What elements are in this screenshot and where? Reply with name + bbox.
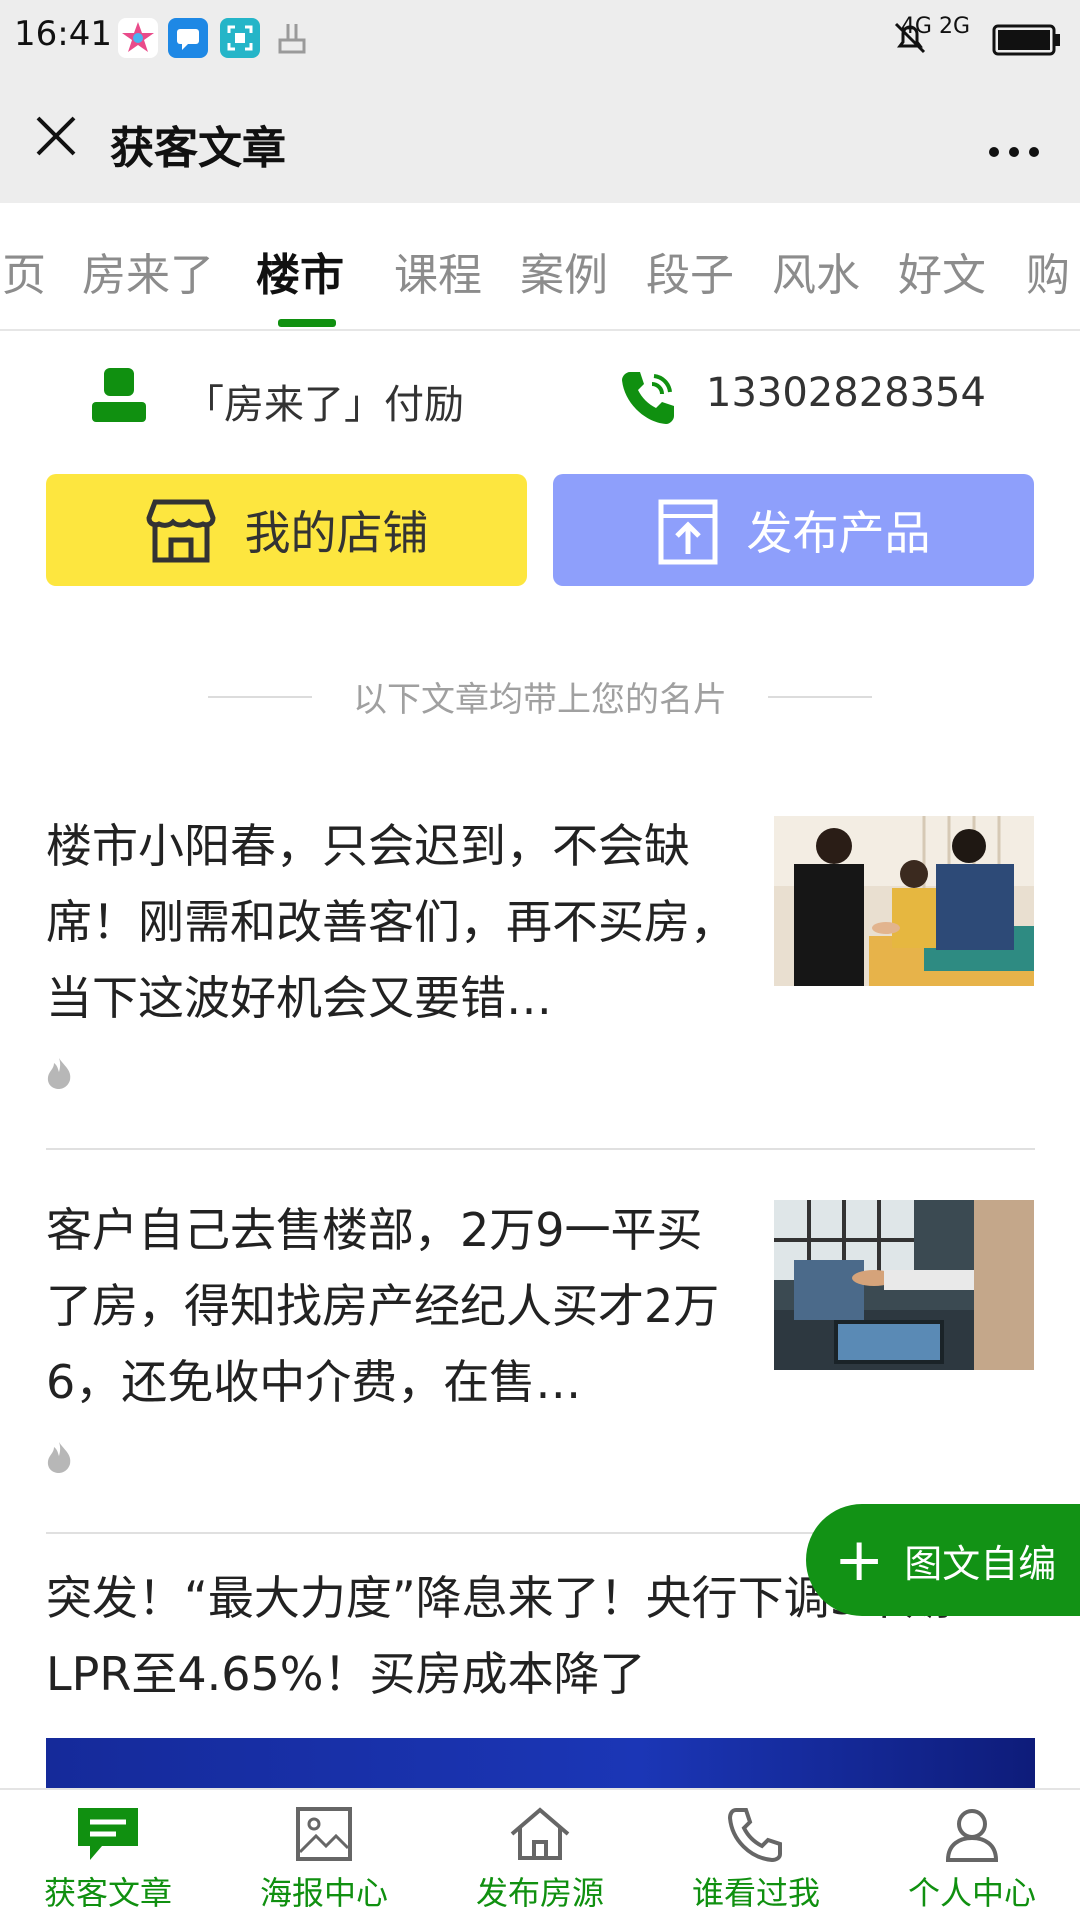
nav-label: 发布房源 xyxy=(475,1874,604,1912)
compose-label: 图文自编 xyxy=(904,1541,1057,1586)
article-thumbnail[interactable] xyxy=(774,1200,1034,1370)
article-title[interactable]: 客户自己去售楼部，2万9一平买了房，得知找房产经纪人买才2万6，还免收中介费，在… xyxy=(46,1192,746,1420)
nav-item-posters[interactable]: 海报中心 xyxy=(216,1806,432,1914)
tab-haowen[interactable]: 好文 xyxy=(898,239,986,303)
store-icon xyxy=(145,499,216,563)
my-shop-button[interactable]: 我的店铺 xyxy=(46,474,527,586)
business-card-note: 以下文章均带上您的名片 xyxy=(353,680,727,720)
nav-item-visitors[interactable]: 谁看过我 xyxy=(648,1806,864,1914)
article-separator xyxy=(46,1148,1035,1150)
publish-product-button[interactable]: 发布产品 xyxy=(553,474,1034,586)
article-title[interactable]: 楼市小阳春，只会迟到，不会缺席！刚需和改善客们，再不买房，当下这波好机会又要错… xyxy=(46,808,746,1036)
tab-fengshui[interactable]: 风水 xyxy=(772,239,860,303)
battery-icon xyxy=(992,24,1062,60)
nav-label: 谁看过我 xyxy=(691,1874,820,1912)
tab-home[interactable]: 页 xyxy=(2,239,46,303)
nav-item-profile[interactable]: 个人中心 xyxy=(864,1806,1080,1914)
hand-icon xyxy=(272,18,312,58)
contact-name: 「房来了」付励 xyxy=(184,382,464,428)
nav-label: 海报中心 xyxy=(259,1874,388,1912)
nav-item-articles[interactable]: 获客文章 xyxy=(0,1806,216,1914)
person-icon xyxy=(90,366,148,424)
colorful-app-icon xyxy=(118,18,158,58)
user-icon xyxy=(945,1809,999,1862)
tab-kecheng[interactable]: 课程 xyxy=(394,239,482,303)
compose-article-button[interactable]: + 图文自编 xyxy=(806,1504,1080,1616)
upload-box-icon xyxy=(658,499,717,565)
article-thumbnail[interactable] xyxy=(774,816,1034,986)
tab-fanglaile[interactable]: 房来了 xyxy=(82,239,214,303)
category-tabs: 页 房来了 楼市 课程 案例 段子 风水 好文 购 xyxy=(0,203,1080,331)
active-tab-indicator xyxy=(278,319,336,327)
nav-label: 个人中心 xyxy=(907,1874,1036,1912)
more-menu-icon[interactable] xyxy=(988,120,1040,171)
nav-label: 获客文章 xyxy=(43,1874,172,1912)
tab-anli[interactable]: 案例 xyxy=(520,239,608,303)
image-icon xyxy=(296,1807,352,1861)
fire-icon xyxy=(42,1056,76,1090)
fire-icon xyxy=(42,1440,76,1474)
my-shop-label: 我的店铺 xyxy=(244,506,429,560)
home-icon xyxy=(510,1807,570,1860)
phone-icon[interactable] xyxy=(618,366,680,428)
contact-phone[interactable]: 13302828354 xyxy=(706,370,986,416)
plus-icon: + xyxy=(834,1525,885,1595)
scan-icon xyxy=(220,18,260,58)
status-time: 16:41 xyxy=(14,14,112,54)
chat-icon xyxy=(78,1808,138,1860)
tab-duanzi[interactable]: 段子 xyxy=(646,239,734,303)
tab-loushi[interactable]: 楼市 xyxy=(256,239,344,303)
nav-item-publish-listing[interactable]: 发布房源 xyxy=(432,1806,648,1914)
publish-product-label: 发布产品 xyxy=(746,506,931,560)
message-icon xyxy=(168,18,208,58)
page-title: 获客文章 xyxy=(110,123,286,174)
phone-icon xyxy=(727,1808,782,1862)
close-icon[interactable] xyxy=(34,114,78,158)
bottom-nav: 获客文章 海报中心 发布房源 谁看过我 个人中心 xyxy=(0,1788,1080,1922)
note-divider-right xyxy=(768,696,872,698)
tab-gou[interactable]: 购 xyxy=(1026,239,1070,303)
